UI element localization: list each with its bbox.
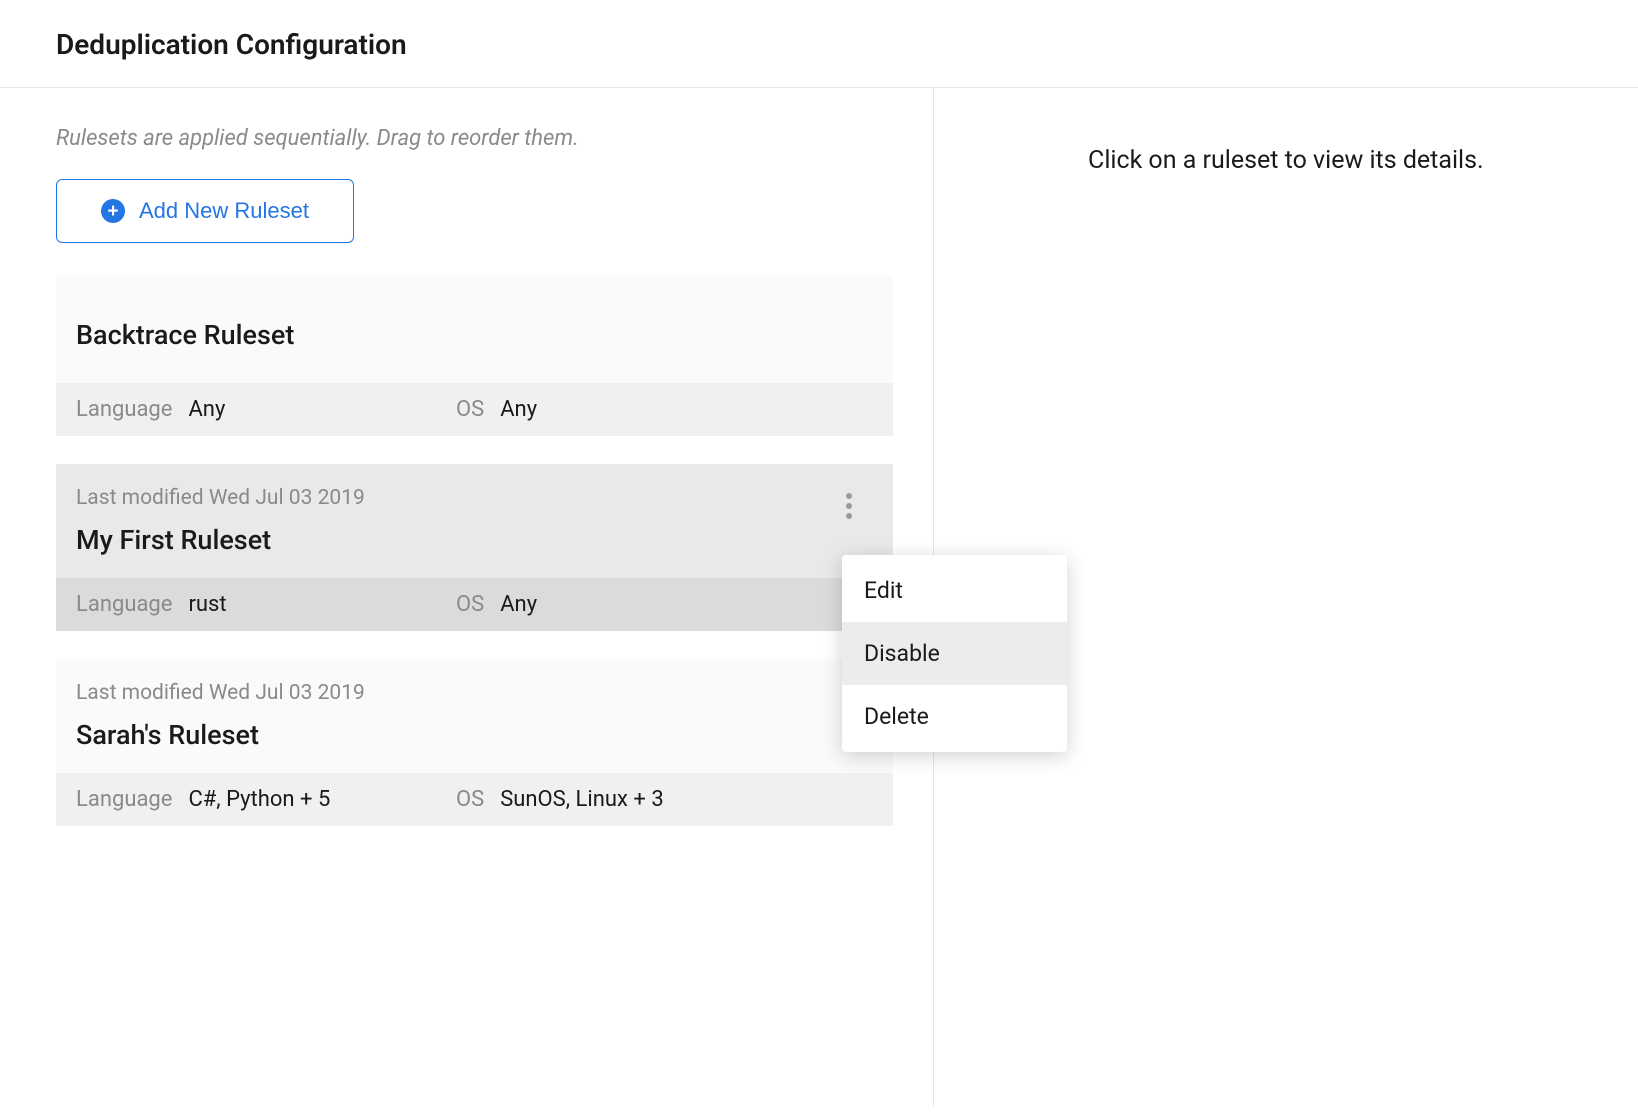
ruleset-meta: Language C#, Python + 5 OS SunOS, Linux … <box>56 773 893 826</box>
add-new-ruleset-button[interactable]: + Add New Ruleset <box>56 179 354 243</box>
ruleset-meta: Language Any OS Any <box>56 383 893 436</box>
language-value: Any <box>188 397 225 422</box>
plus-icon: + <box>101 199 125 223</box>
more-options-button[interactable] <box>831 488 867 524</box>
menu-item-delete[interactable]: Delete <box>842 685 1067 748</box>
language-value: C#, Python + 5 <box>188 787 330 812</box>
ruleset-name: Sarah's Ruleset <box>76 719 873 751</box>
ruleset-list-panel: Rulesets are applied sequentially. Drag … <box>0 88 934 1106</box>
language-label: Language <box>76 397 172 422</box>
language-label: Language <box>76 592 172 617</box>
ruleset-context-menu: Edit Disable Delete <box>842 555 1067 752</box>
ruleset-body: Backtrace Ruleset <box>56 275 893 383</box>
menu-item-disable[interactable]: Disable <box>842 622 1067 685</box>
ruleset-name: Backtrace Ruleset <box>76 319 873 351</box>
menu-item-edit[interactable]: Edit <box>842 559 1067 622</box>
ruleset-card[interactable]: Last modified Wed Jul 03 2019 Sarah's Ru… <box>56 659 893 826</box>
more-vertical-icon <box>846 493 852 499</box>
page-header: Deduplication Configuration <box>0 0 1638 88</box>
last-modified: Last modified Wed Jul 03 2019 <box>76 486 873 510</box>
ruleset-body: Last modified Wed Jul 03 2019 Sarah's Ru… <box>56 659 893 773</box>
os-value: SunOS, Linux + 3 <box>500 787 663 812</box>
language-label: Language <box>76 787 172 812</box>
help-text: Rulesets are applied sequentially. Drag … <box>56 126 893 151</box>
os-group: OS Any <box>456 592 537 617</box>
os-group: OS Any <box>456 397 537 422</box>
language-group: Language C#, Python + 5 <box>76 787 456 812</box>
ruleset-body: Last modified Wed Jul 03 2019 My First R… <box>56 464 893 578</box>
os-label: OS <box>456 787 484 812</box>
os-value: Any <box>500 592 537 617</box>
ruleset-meta: Language rust OS Any <box>56 578 893 631</box>
os-value: Any <box>500 397 537 422</box>
add-button-label: Add New Ruleset <box>139 198 309 224</box>
language-group: Language rust <box>76 592 456 617</box>
ruleset-card[interactable]: Backtrace Ruleset Language Any OS Any <box>56 275 893 436</box>
ruleset-card[interactable]: Last modified Wed Jul 03 2019 My First R… <box>56 464 893 631</box>
os-label: OS <box>456 592 484 617</box>
os-group: OS SunOS, Linux + 3 <box>456 787 664 812</box>
page-title: Deduplication Configuration <box>56 28 1582 61</box>
os-label: OS <box>456 397 484 422</box>
language-group: Language Any <box>76 397 456 422</box>
language-value: rust <box>188 592 226 617</box>
content-area: Rulesets are applied sequentially. Drag … <box>0 88 1638 1106</box>
last-modified: Last modified Wed Jul 03 2019 <box>76 681 873 705</box>
ruleset-name: My First Ruleset <box>76 524 873 556</box>
ruleset-list: Backtrace Ruleset Language Any OS Any <box>56 275 893 826</box>
empty-detail-message: Click on a ruleset to view its details. <box>974 146 1598 175</box>
dedup-config-page: Deduplication Configuration Rulesets are… <box>0 0 1638 1118</box>
